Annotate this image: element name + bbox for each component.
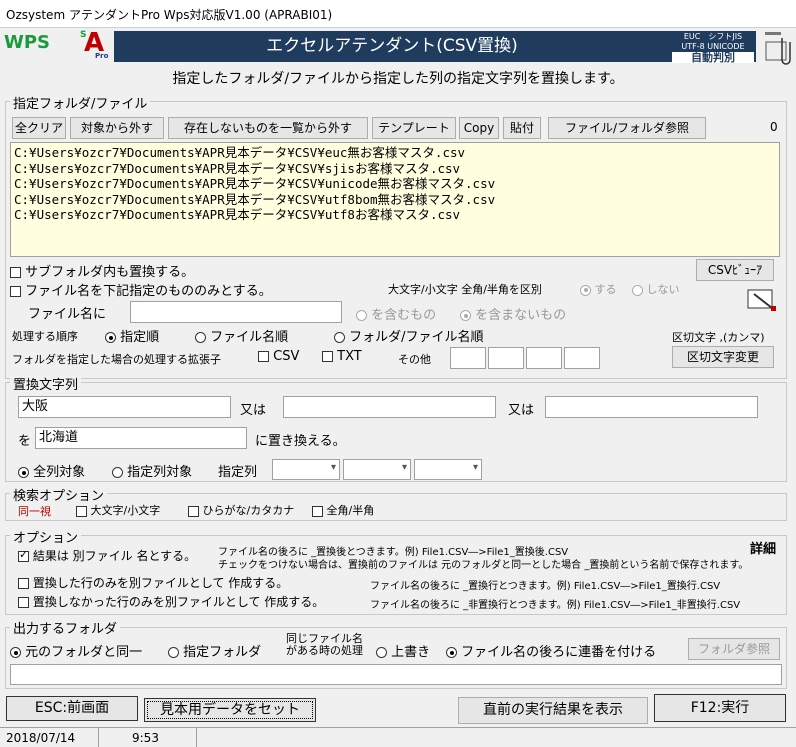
order-specified-radio[interactable]: 指定順 [105, 326, 159, 345]
encoding-badge: EUC シフトJIS UTF-8 UNICODE 自動判別 [670, 31, 756, 63]
subfolder-option[interactable]: サブフォルダ内も置換する。 [10, 261, 194, 280]
case-option[interactable]: 大文字/小文字 [76, 502, 160, 518]
only-replaced-option[interactable]: 置換した行のみを別ファイルとして 作成する。 [18, 574, 288, 591]
order-folder-radio[interactable]: フォルダ/ファイル名順 [334, 326, 484, 345]
folder-group-label: 指定フォルダ/ファイル [10, 93, 151, 112]
filename-input[interactable] [130, 301, 342, 323]
column-label: 指定列 [218, 465, 258, 480]
result-separate-option[interactable]: 結果は 別ファイル 名とする。 [18, 547, 196, 564]
remove-button[interactable]: 対象から外す [70, 117, 164, 139]
remove-missing-button[interactable]: 存在しないものを一覧から外す [168, 117, 368, 139]
ext-csv-option[interactable]: CSV [258, 349, 299, 364]
contains-radio[interactable]: を含むもの [356, 304, 436, 323]
options-label: オプション [10, 527, 82, 546]
column-select-1[interactable] [272, 459, 340, 480]
list-item[interactable]: C:¥Users¥ozcr7¥Documents¥APR見本データ¥CSV¥sj… [14, 161, 776, 177]
append-number-radio[interactable]: ファイル名の後ろに連番を付ける [446, 641, 656, 660]
order-label: 処理する順序 [12, 330, 78, 343]
only-not-replaced-option[interactable]: 置換しなかった行のみを別ファイルとして 作成する。 [18, 593, 324, 610]
wo-label: を [18, 434, 32, 449]
wps-logo: WPS [4, 32, 51, 53]
specified-columns-radio[interactable]: 指定列対象 [112, 461, 192, 480]
ext-other-input-2[interactable] [488, 347, 524, 369]
or-label-2: 又は [508, 403, 535, 418]
case-no-radio[interactable]: しない [632, 281, 680, 297]
subfolder-checkbox[interactable] [10, 267, 21, 278]
file-list[interactable]: C:¥Users¥ozcr7¥Documents¥APR見本データ¥CSV¥eu… [10, 142, 780, 257]
banner-title: エクセルアテンダント(CSV置換) [114, 31, 670, 62]
width-option[interactable]: 全角/半角 [312, 502, 374, 518]
note-3: ファイル名の後ろに _置換行とつきます。例) File1.CSV―>File1_… [370, 581, 721, 592]
clear-all-button[interactable]: 全クリア [12, 117, 66, 139]
paste-button[interactable]: 貼付 [503, 117, 541, 139]
ext-other-input-1[interactable] [450, 347, 486, 369]
same-label: 同一視 [18, 505, 51, 518]
same-folder-radio[interactable]: 元のフォルダと同一 [10, 641, 142, 660]
not-contains-radio[interactable]: を含まないもの [460, 304, 566, 323]
delimiter-change-button[interactable]: 区切文字変更 [672, 346, 774, 368]
edit-pen-icon[interactable] [746, 286, 778, 314]
ext-label: フォルダを指定した場合の処理する拡張子 [12, 353, 221, 366]
ext-other-label: その他 [398, 353, 431, 366]
sap-logo: S A Pro [80, 28, 109, 60]
or-label-1: 又は [240, 403, 267, 418]
folder-clip-icon [762, 28, 792, 66]
kana-option[interactable]: ひらがな/カタカナ [188, 502, 294, 518]
search-input-2[interactable] [283, 396, 496, 418]
back-button[interactable]: ESC:前画面 [6, 696, 138, 721]
search-input-1[interactable]: 大阪 [18, 396, 231, 418]
description: 指定したフォルダ/ファイルから指定した列の指定文字列を置換します。 [172, 71, 624, 87]
replace-suffix: に置き換える。 [255, 434, 346, 449]
file-count: 0 [770, 120, 778, 134]
search-input-3[interactable] [545, 396, 758, 418]
list-item[interactable]: C:¥Users¥ozcr7¥Documents¥APR見本データ¥CSV¥eu… [14, 145, 776, 161]
status-bar: 2018/07/14 9:53 [0, 727, 796, 747]
title-bar: Ozsystem アテンダントPro Wps対応版V1.00 (APRABI01… [0, 0, 796, 28]
delimiter-label: 区切文字 ,(カンマ) [672, 331, 765, 344]
specified-folder-radio[interactable]: 指定フォルダ [168, 641, 261, 660]
template-button[interactable]: テンプレート [372, 117, 456, 139]
run-button[interactable]: F12:実行 [654, 694, 786, 722]
folder-browse-button[interactable]: フォルダ参照 [688, 638, 780, 660]
list-item[interactable]: C:¥Users¥ozcr7¥Documents¥APR見本データ¥CSV¥ut… [14, 192, 776, 208]
note-2: チェックをつけない場合は、置換前のファイルは 元のフォルダと同一とした場合 _置… [218, 560, 749, 571]
note-4: ファイル名の後ろに _非置換行とつきます。例) File1.CSV―>File1… [370, 600, 741, 611]
ext-txt-option[interactable]: TXT [322, 349, 362, 364]
case-label: 大文字/小文字 全角/半角を区別 [388, 283, 542, 296]
name-filter-checkbox[interactable] [10, 286, 21, 297]
same-name-label: 同じファイル名 がある時の処理 [286, 632, 363, 657]
output-path-input[interactable] [10, 664, 782, 685]
show-last-result-button[interactable]: 直前の実行結果を表示 [458, 697, 648, 724]
ext-other-input-3[interactable] [526, 347, 562, 369]
replace-input[interactable]: 北海道 [35, 427, 247, 449]
copy-button[interactable]: Copy [459, 117, 499, 139]
csv-viewer-button[interactable]: CSVﾋﾞｭｰｱ [696, 259, 774, 281]
column-select-2[interactable] [343, 459, 411, 480]
sample-data-button[interactable]: 見本用データをセット [144, 698, 316, 722]
column-select-3[interactable] [414, 459, 482, 480]
list-item[interactable]: C:¥Users¥ozcr7¥Documents¥APR見本データ¥CSV¥ut… [14, 207, 776, 223]
ext-other-input-4[interactable] [564, 347, 600, 369]
output-label: 出力するフォルダ [10, 618, 121, 637]
filename-label: ファイル名に [28, 307, 107, 322]
case-yes-radio[interactable]: する [580, 281, 617, 297]
status-date: 2018/07/14 [6, 731, 76, 745]
all-columns-radio[interactable]: 全列対象 [18, 461, 85, 480]
detail-link[interactable]: 詳細 [750, 538, 776, 557]
list-item[interactable]: C:¥Users¥ozcr7¥Documents¥APR見本データ¥CSV¥un… [14, 176, 776, 192]
replace-group-label: 置換文字列 [10, 374, 82, 393]
status-time: 9:53 [132, 731, 159, 745]
browse-button[interactable]: ファイル/フォルダ参照 [548, 117, 706, 139]
order-filename-radio[interactable]: ファイル名順 [195, 326, 288, 345]
name-filter-option[interactable]: ファイル名を下記指定のもののみとする。 [10, 280, 272, 299]
window-title: Ozsystem アテンダントPro Wps対応版V1.00 (APRABI01… [6, 8, 333, 22]
overwrite-radio[interactable]: 上書き [376, 641, 430, 660]
